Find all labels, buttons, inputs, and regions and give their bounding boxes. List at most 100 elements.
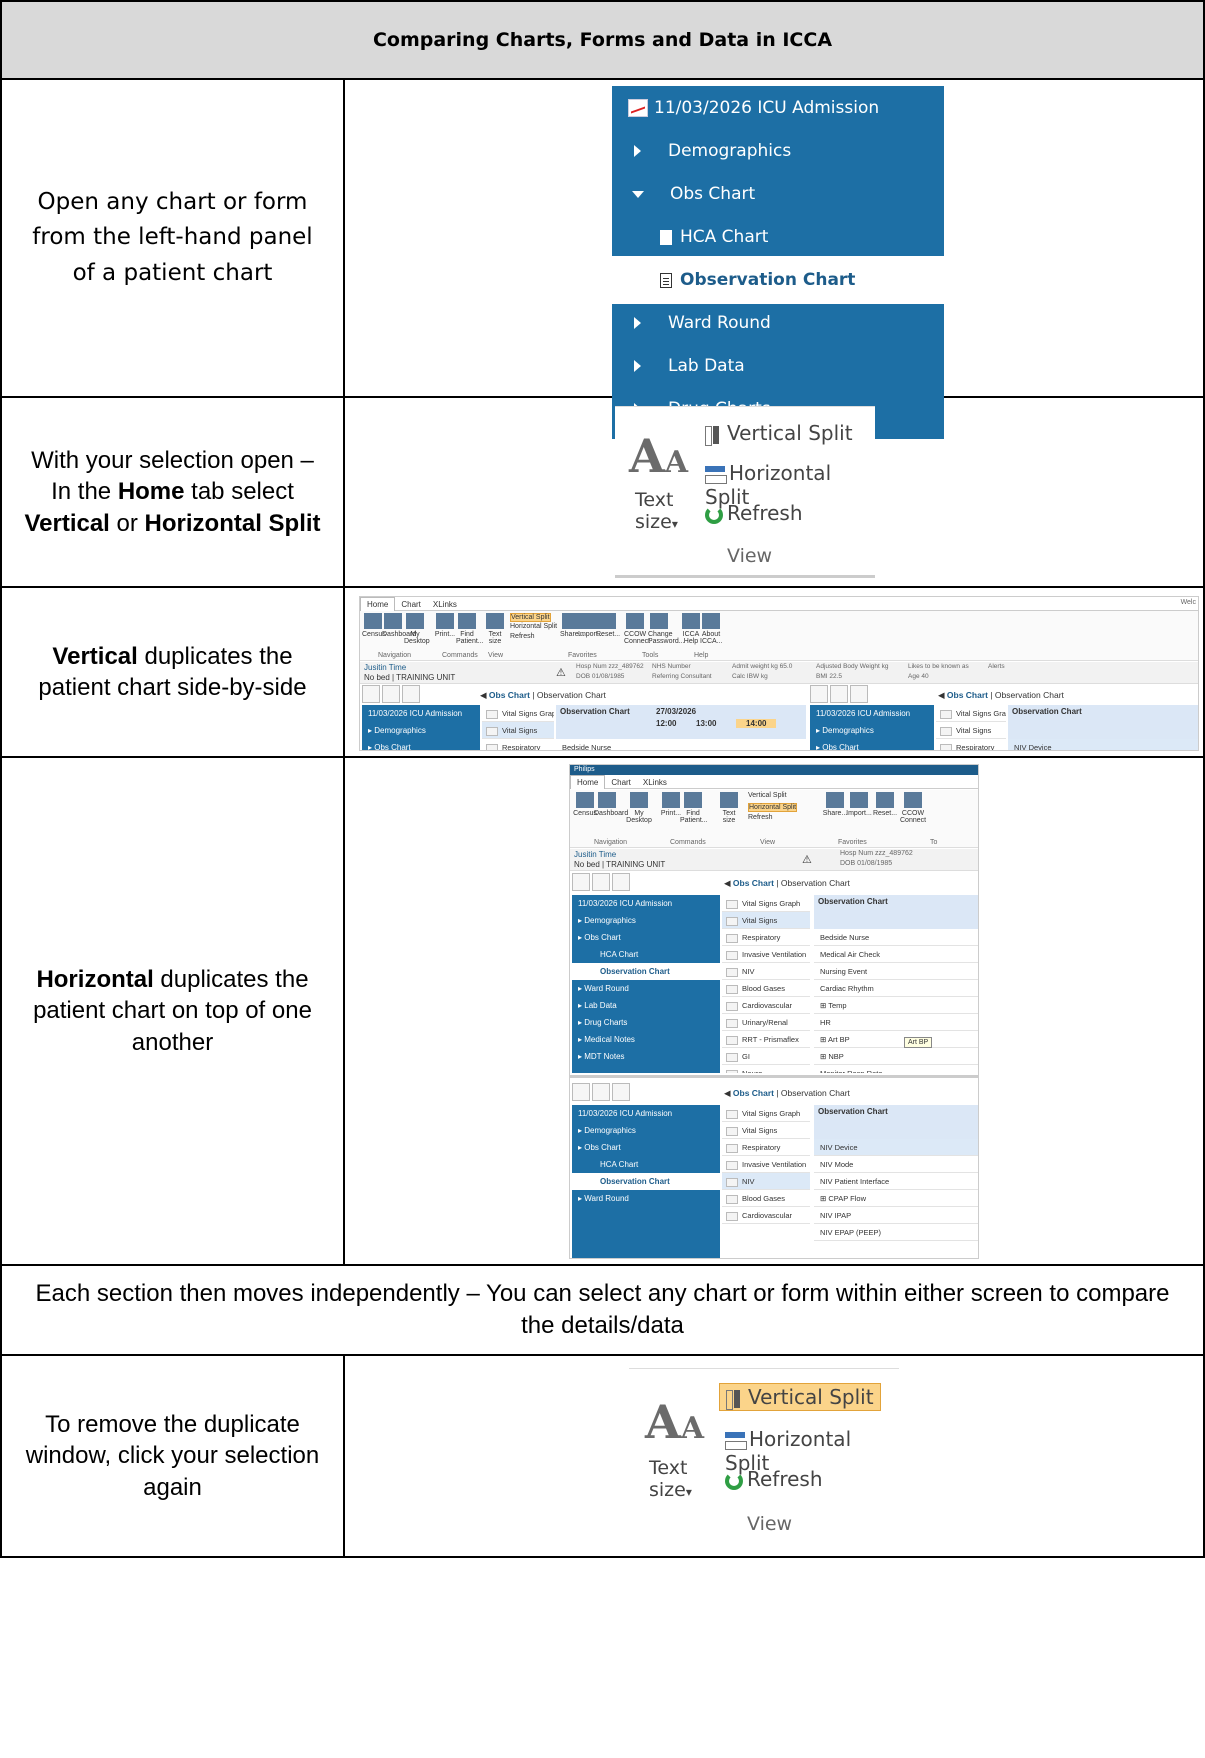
search-icon[interactable] xyxy=(850,685,868,703)
back-arrow-icon[interactable]: ◀ xyxy=(480,690,489,700)
copy-icon[interactable] xyxy=(362,685,380,703)
mini-form-item[interactable]: Invasive Ventilation xyxy=(722,946,810,963)
mini-grid-row[interactable]: ⊞ Art BP xyxy=(814,1031,978,1048)
search-icon[interactable] xyxy=(612,873,630,891)
mini-form-item[interactable]: Vital Signs Graph xyxy=(936,705,1006,722)
refresh-button[interactable]: Refresh xyxy=(705,501,803,525)
ribbon-button-change-password-[interactable]: Change Password... xyxy=(648,613,685,646)
mini-form-item[interactable]: Vital Signs Graph xyxy=(722,895,810,912)
mini-form-item[interactable]: Urinary/Renal xyxy=(722,1014,810,1031)
ribbon-small-button[interactable]: Refresh xyxy=(510,633,535,640)
mini-nav-item[interactable]: ▸ Obs Chart xyxy=(572,929,720,946)
open-icon[interactable] xyxy=(592,1083,610,1101)
mini-form-item[interactable]: Vital Signs xyxy=(722,912,810,929)
ribbon-button-share-[interactable]: Share... xyxy=(822,792,848,817)
ribbon-button-find-patient-[interactable]: Find Patient... xyxy=(456,613,484,646)
mini-nav-item[interactable]: 11/03/2026 ICU Admission xyxy=(572,895,720,912)
vertical-split-button[interactable]: Vertical Split xyxy=(705,421,853,446)
ribbon-button-my-desktop[interactable]: My Desktop xyxy=(404,613,430,646)
mini-nav-item[interactable]: ▸ Obs Chart xyxy=(572,1139,720,1156)
ribbon-button-ccow-connect[interactable]: CCOW Connect xyxy=(900,792,926,825)
open-icon[interactable] xyxy=(830,685,848,703)
mini-form-item[interactable]: Respiratory xyxy=(936,739,1006,750)
mini-nav-item[interactable]: ▸ Obs Chart xyxy=(362,739,480,750)
mini-grid-row[interactable]: NIV Mode xyxy=(814,1156,978,1173)
search-icon[interactable] xyxy=(612,1083,630,1101)
mini-form-item[interactable]: Vital Signs xyxy=(482,722,554,739)
nav-item-hca-chart[interactable]: HCA Chart xyxy=(612,213,944,261)
mini-form-item[interactable]: Vital Signs xyxy=(722,1122,810,1139)
copy-icon[interactable] xyxy=(810,685,828,703)
ribbon-button-dashboard[interactable]: Dashboard xyxy=(594,792,628,817)
mini-grid-row[interactable]: Medical Air Check xyxy=(814,946,978,963)
mini-nav-item[interactable]: ▸ Drug Charts xyxy=(572,1014,720,1031)
mini-form-item[interactable]: NIV xyxy=(722,963,810,980)
mini-nav-item[interactable]: 11/03/2026 ICU Admission xyxy=(810,705,934,722)
mini-nav-item[interactable]: ▸ MDT Notes xyxy=(572,1048,720,1065)
ribbon-small-button[interactable]: Refresh xyxy=(748,814,773,821)
mini-form-item[interactable]: Vital Signs xyxy=(936,722,1006,739)
ribbon-button-ccow-connect[interactable]: CCOW Connect xyxy=(624,613,650,646)
nav-item-demographics[interactable]: Demographics xyxy=(612,127,944,175)
mini-nav-item[interactable]: HCA Chart xyxy=(572,946,720,963)
nav-item-ward-round[interactable]: Ward Round xyxy=(612,299,944,347)
text-size-button[interactable]: Text size▾ xyxy=(649,1457,692,1501)
mini-grid-row[interactable]: Bedside Nurse xyxy=(556,739,806,750)
ribbon-button-icca-help[interactable]: ICCA Help xyxy=(680,613,702,646)
open-icon[interactable] xyxy=(592,873,610,891)
mini-form-item[interactable]: NIV xyxy=(722,1173,810,1190)
mini-form-item[interactable]: RRT - Prismaflex xyxy=(722,1031,810,1048)
mini-nav-item[interactable]: 11/03/2026 ICU Admission xyxy=(572,1105,720,1122)
ribbon-button-dashboard[interactable]: Dashboard xyxy=(382,613,416,638)
breadcrumb-section[interactable]: Obs Chart xyxy=(733,1088,774,1098)
tab-home[interactable]: Home xyxy=(360,597,396,611)
mini-form-item[interactable]: Vital Signs Graph xyxy=(482,705,554,722)
mini-grid-row[interactable]: NIV Patient Interface xyxy=(814,1173,978,1190)
vertical-split-button-active[interactable]: Vertical Split xyxy=(719,1383,881,1411)
mini-grid-row[interactable]: NIV Device xyxy=(1008,739,1198,750)
ribbon-button-my-desktop[interactable]: My Desktop xyxy=(626,792,652,825)
ribbon-small-button[interactable]: Horizontal Split xyxy=(510,623,557,630)
mini-nav-item[interactable]: ▸ Obs Chart xyxy=(810,739,934,750)
mini-form-item[interactable]: Vital Signs Graph xyxy=(722,1105,810,1122)
search-icon[interactable] xyxy=(402,685,420,703)
text-size-button[interactable]: Text size▾ xyxy=(635,489,678,533)
mini-grid-row[interactable]: Nursing Event xyxy=(814,963,978,980)
mini-nav-item[interactable]: ▸ Demographics xyxy=(572,912,720,929)
mini-grid-row[interactable]: NIV IPAP xyxy=(814,1207,978,1224)
tab-xlinks[interactable]: XLinks xyxy=(427,598,463,611)
ribbon-button-text-size[interactable]: Text size xyxy=(484,613,506,646)
mini-form-item[interactable]: Blood Gases xyxy=(722,980,810,997)
back-arrow-icon[interactable]: ◀ xyxy=(724,878,733,888)
mini-nav-item[interactable]: ▸ Demographics xyxy=(810,722,934,739)
ribbon-button-reset-[interactable]: Reset... xyxy=(872,792,898,817)
ribbon-button-import-[interactable]: Import... xyxy=(846,792,872,817)
mini-nav-item[interactable]: ▸ Lab Data xyxy=(572,997,720,1014)
mini-form-item[interactable]: Invasive Ventilation xyxy=(722,1156,810,1173)
back-arrow-icon[interactable]: ◀ xyxy=(724,1088,733,1098)
mini-nav-item[interactable]: ▸ Medical Notes xyxy=(572,1031,720,1048)
mini-nav-item[interactable]: 11/03/2026 ICU Admission xyxy=(362,705,480,722)
open-icon[interactable] xyxy=(382,685,400,703)
mini-form-item[interactable]: Cardiovascular xyxy=(722,997,810,1014)
mini-nav-item[interactable]: ▸ Demographics xyxy=(362,722,480,739)
mini-grid-row[interactable]: NIV Device xyxy=(814,1139,978,1156)
tab-chart[interactable]: Chart xyxy=(395,598,427,611)
nav-item-observation-chart[interactable]: Observation Chart xyxy=(612,256,944,304)
mini-grid-row[interactable]: ⊞ CPAP Flow xyxy=(814,1190,978,1207)
mini-form-item[interactable]: Neuro xyxy=(722,1065,810,1073)
nav-item-lab-data[interactable]: Lab Data xyxy=(612,342,944,390)
mini-form-item[interactable]: Respiratory xyxy=(722,929,810,946)
back-arrow-icon[interactable]: ◀ xyxy=(938,690,947,700)
ribbon-small-button[interactable]: Vertical Split xyxy=(510,613,551,623)
mini-form-item[interactable]: Respiratory xyxy=(482,739,554,750)
ribbon-button-census[interactable]: Census xyxy=(362,613,386,638)
refresh-button[interactable]: Refresh xyxy=(725,1467,823,1491)
mini-grid-row[interactable]: HR xyxy=(814,1014,978,1031)
mini-nav-item[interactable]: Observation Chart xyxy=(572,1173,720,1190)
breadcrumb-section[interactable]: Obs Chart xyxy=(489,690,530,700)
copy-icon[interactable] xyxy=(572,873,590,891)
mini-nav-item[interactable]: HCA Chart xyxy=(572,1156,720,1173)
tab-xlinks[interactable]: XLinks xyxy=(637,776,673,789)
breadcrumb-section[interactable]: Obs Chart xyxy=(947,690,988,700)
